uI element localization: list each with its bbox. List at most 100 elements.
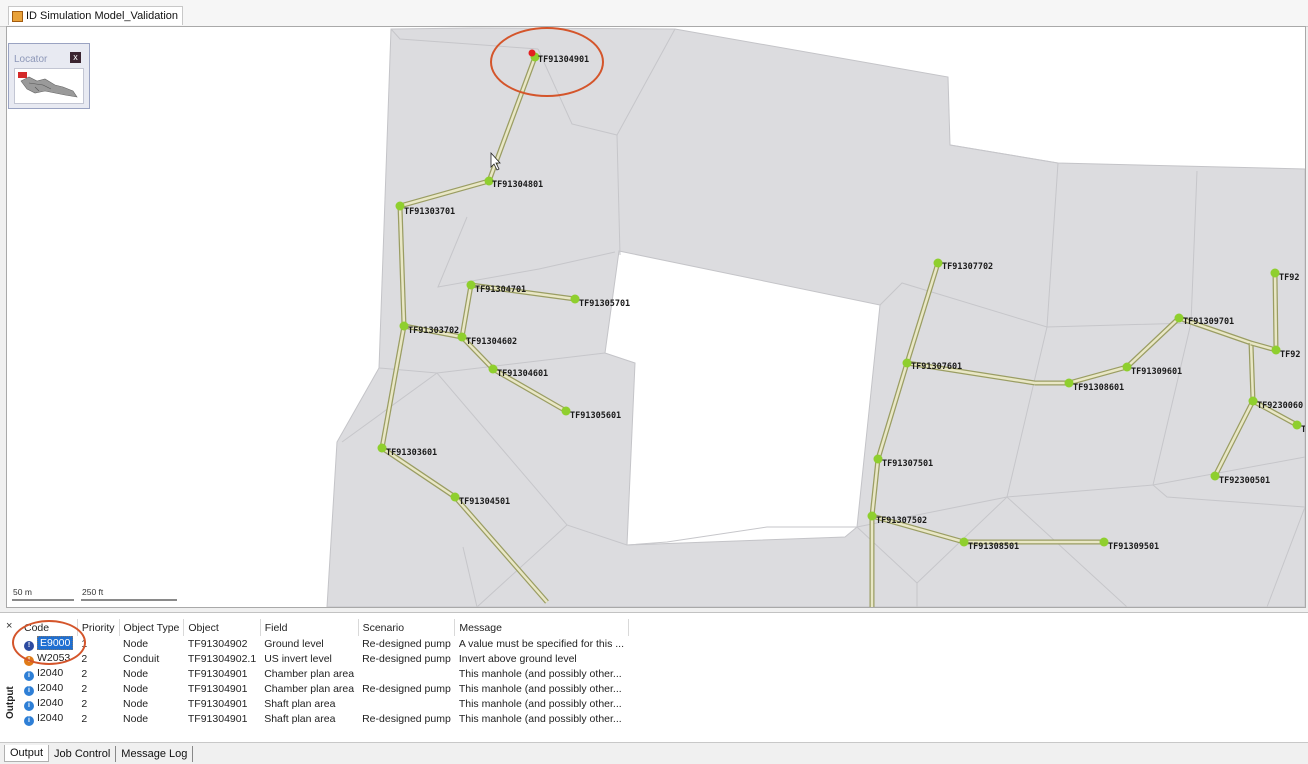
column-header[interactable]: Priority <box>77 619 120 636</box>
column-header[interactable]: Object Type <box>119 619 185 636</box>
priority-cell: 2 <box>81 697 88 710</box>
field-cell: US invert level <box>264 652 332 665</box>
scale-label-imperial: 250 ft <box>82 587 104 597</box>
message-cell: A value must be specified for this ... <box>458 637 624 650</box>
node-label: TF91305701 <box>579 299 631 309</box>
node-label: TF91304701 <box>475 285 527 295</box>
table-header-row: Code Priority Object Type Object Field Scenar… <box>20 619 629 636</box>
document-tab[interactable]: ID Simulation Model_Validation <box>8 6 184 25</box>
table-row[interactable]: i I2040 2 Node TF91304901 Shaft plan area This… <box>20 696 628 711</box>
node-label: TF91303601 <box>386 448 438 458</box>
table-body: ! E9000 1 Node TF91304902 Ground level Re-desi… <box>20 635 628 726</box>
table-row[interactable]: ! W2053 2 Conduit TF91304902.1 US invert leve… <box>20 651 628 666</box>
scenario-cell <box>358 696 455 711</box>
info-icon: i <box>24 700 34 711</box>
scale-bar-metric <box>12 599 74 601</box>
map-view[interactable]: TF91304901 TF91304801 TF91303701 TF91304701… <box>6 26 1306 608</box>
code-value: I2040 <box>37 681 64 694</box>
message-cell: This manhole (and possibly other... <box>458 667 622 680</box>
locator-thumbnail[interactable] <box>14 68 84 104</box>
object-cell: TF91304901 <box>187 712 248 725</box>
node-label: TF91309601 <box>1131 367 1183 377</box>
node-label: TF91305601 <box>570 411 622 421</box>
code-cell[interactable]: i I2040 <box>20 681 77 696</box>
message-cell: This manhole (and possibly other... <box>458 682 622 695</box>
scenario-cell: Re-designed pump <box>362 682 451 695</box>
object-type-cell: Node <box>123 667 149 680</box>
object-cell: TF91304901 <box>187 667 248 680</box>
node-label: TF91304602 <box>466 337 518 347</box>
node-label: TF9230060 <box>1257 401 1304 411</box>
table-row[interactable]: i I2040 2 Node TF91304901 Shaft plan area Re-d… <box>20 711 628 726</box>
scenario-cell: Re-designed pump <box>362 637 451 650</box>
column-header[interactable]: Message <box>454 619 629 636</box>
node-label: TF91303702 <box>408 326 460 336</box>
network-map-canvas[interactable] <box>7 27 1305 607</box>
object-type-cell: Node <box>123 682 149 695</box>
locator-close-button[interactable]: x <box>70 52 81 63</box>
field-cell: Shaft plan area <box>264 697 336 710</box>
object-type-cell: Node <box>123 712 149 725</box>
node-label: TF91308501 <box>968 542 1020 552</box>
table-row[interactable]: i I2040 2 Node TF91304901 Chamber plan area Th… <box>20 666 628 681</box>
network-model-icon <box>12 10 23 22</box>
bottom-tab-job-control[interactable]: Job Control <box>49 745 117 762</box>
validation-results-table: Code Priority Object Type Object Field Scenar… <box>20 619 629 726</box>
table-row[interactable]: ! E9000 1 Node TF91304902 Ground level Re-desi… <box>20 635 628 651</box>
node-label: TF91309701 <box>1183 317 1235 327</box>
node-label: TF91308601 <box>1073 383 1125 393</box>
annotation-circle-code <box>12 620 86 665</box>
column-header[interactable]: Field <box>260 619 359 636</box>
info-icon: i <box>24 715 34 726</box>
message-cell: This manhole (and possibly other... <box>458 697 622 710</box>
node-label: TF92 <box>1280 350 1301 360</box>
priority-cell: 2 <box>81 712 88 725</box>
code-value: I2040 <box>37 711 64 724</box>
scale-label-metric: 50 m <box>13 587 32 597</box>
document-tab-label: ID Simulation Model_Validation <box>26 10 179 22</box>
object-cell: TF91304901 <box>187 682 248 695</box>
code-cell[interactable]: i I2040 <box>20 696 77 711</box>
node-label: TF91304501 <box>459 497 511 507</box>
node-label: TF91307501 <box>882 459 934 469</box>
object-type-cell: Node <box>123 637 149 650</box>
message-cell: Invert above ground level <box>458 652 577 665</box>
node-label: TF91307502 <box>876 516 928 526</box>
scenario-cell: Re-designed pump <box>362 712 451 725</box>
priority-cell: 2 <box>81 652 88 665</box>
info-icon: i <box>24 670 34 681</box>
code-value: I2040 <box>37 696 64 709</box>
object-cell: TF91304901 <box>187 697 248 710</box>
bottom-tab-bar: Output Job Control Message Log <box>0 742 1308 764</box>
output-panel: × Output Code Priority Object Type Object Fi… <box>0 612 1308 743</box>
node-label: TF91307702 <box>942 262 994 272</box>
message-cell: This manhole (and possibly other... <box>458 712 622 725</box>
node-label: TF91304601 <box>497 369 549 379</box>
bottom-tab-message-log[interactable]: Message Log <box>116 745 194 762</box>
scale-bar-imperial <box>81 599 177 601</box>
column-header[interactable]: Object <box>183 619 261 636</box>
title-bar: ID Simulation Model_Validation <box>0 0 1308 27</box>
code-value: I2040 <box>37 666 64 679</box>
scenario-cell: Re-designed pump <box>362 652 451 665</box>
bottom-tab-output[interactable]: Output <box>4 745 50 762</box>
node-label: TF91304801 <box>492 180 544 190</box>
column-header[interactable]: Scenario <box>358 619 456 636</box>
output-side-label: Output <box>5 686 16 719</box>
field-cell: Shaft plan area <box>264 712 336 725</box>
code-cell[interactable]: i I2040 <box>20 666 77 681</box>
priority-cell: 2 <box>81 682 88 695</box>
info-icon: i <box>24 685 34 696</box>
pipe-link-fill <box>1273 272 1278 351</box>
object-type-cell: Conduit <box>123 652 160 665</box>
object-type-cell: Node <box>123 697 149 710</box>
code-cell[interactable]: i I2040 <box>20 711 77 726</box>
field-cell: Chamber plan area <box>264 667 355 680</box>
node-label: TF92300501 <box>1219 476 1271 486</box>
table-row[interactable]: i I2040 2 Node TF91304901 Chamber plan area Re… <box>20 681 628 696</box>
locator-map-icon <box>18 72 78 98</box>
node-label: TF92 <box>1279 273 1300 283</box>
node-label: TF <box>1301 425 1306 435</box>
locator-window[interactable]: Locator x <box>8 43 90 109</box>
field-cell: Ground level <box>264 637 324 650</box>
